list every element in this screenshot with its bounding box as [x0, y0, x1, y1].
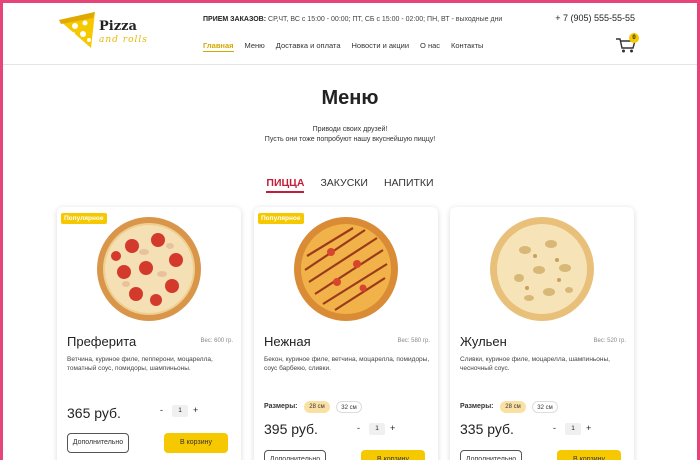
product-card: Популярное Преферита Вес: 600 гр. Ветчин…	[57, 207, 241, 460]
product-card: Популярное Нежная Вес: 580 гр. Бекон, ку…	[254, 207, 438, 460]
add-to-cart-button[interactable]: В корзину	[164, 433, 228, 453]
nav-delivery[interactable]: Доставка и оплата	[276, 41, 341, 52]
nav-about[interactable]: О нас	[420, 41, 440, 52]
pizza-logo-icon	[59, 12, 95, 48]
size-option-28[interactable]: 28 см	[304, 401, 330, 413]
category-tabs: ПИЦЦА ЗАКУСКИ НАПИТКИ	[3, 177, 697, 193]
subtitle-line-1: Приводи своих друзей!	[312, 126, 388, 133]
sizes-label: Размеры:	[264, 403, 298, 410]
order-hours: ПРИЕМ ЗАКАЗОВ: СР,ЧТ, ВС с 15:00 - 00:00…	[203, 16, 502, 23]
nav-home[interactable]: Главная	[203, 41, 234, 52]
product-weight: Вес: 580 гр.	[397, 338, 430, 344]
product-name: Преферита	[67, 334, 137, 349]
order-hours-label: ПРИЕМ ЗАКАЗОВ:	[203, 16, 267, 23]
pizza-image	[490, 217, 594, 321]
logo-subtext: and rolls	[99, 35, 148, 45]
nav-news[interactable]: Новости и акции	[352, 41, 410, 52]
more-button[interactable]: Дополнительно	[264, 450, 326, 460]
product-name: Нежная	[264, 334, 311, 349]
qty-minus-button[interactable]: -	[357, 423, 360, 433]
tab-snacks[interactable]: ЗАКУСКИ	[320, 177, 368, 193]
qty-plus-button[interactable]: +	[193, 405, 198, 415]
logo-text: Pizza	[99, 19, 137, 34]
product-weight: Вес: 600 гр.	[200, 338, 233, 344]
qty-value[interactable]: 1	[172, 405, 188, 417]
size-option-28[interactable]: 28 см	[500, 401, 526, 413]
qty-value[interactable]: 1	[369, 423, 385, 435]
product-name: Жульен	[460, 334, 507, 349]
qty-plus-button[interactable]: +	[586, 423, 591, 433]
main-nav: Главная Меню Доставка и оплата Новости и…	[203, 41, 494, 52]
product-weight: Вес: 520 гр.	[593, 338, 626, 344]
product-price: 335 руб.	[460, 421, 514, 437]
product-description: Сливки, куриное филе, моцарелла, шампинь…	[460, 356, 610, 372]
logo[interactable]: Pizza and rolls	[53, 6, 171, 58]
nav-contacts[interactable]: Контакты	[451, 41, 483, 52]
add-to-cart-button[interactable]: В корзину	[557, 450, 621, 460]
product-price: 395 руб.	[264, 421, 318, 437]
header: Pizza and rolls ПРИЕМ ЗАКАЗОВ: СР,ЧТ, ВС…	[3, 3, 697, 65]
pizza-image	[97, 217, 201, 321]
sizes-label: Размеры:	[460, 403, 494, 410]
product-card: Жульен Вес: 520 гр. Сливки, куриное филе…	[450, 207, 634, 460]
size-option-32[interactable]: 32 см	[336, 401, 362, 413]
page-subtitle: Приводи своих друзей! Пусть они тоже поп…	[3, 125, 697, 145]
more-button[interactable]: Дополнительно	[67, 433, 129, 453]
more-button[interactable]: Дополнительно	[460, 450, 522, 460]
size-option-32[interactable]: 32 см	[532, 401, 558, 413]
product-description: Ветчина, куриное филе, пепперони, моцаре…	[67, 356, 213, 372]
qty-value[interactable]: 1	[565, 423, 581, 435]
tab-drinks[interactable]: НАПИТКИ	[384, 177, 434, 193]
nav-menu[interactable]: Меню	[245, 41, 265, 52]
qty-minus-button[interactable]: -	[160, 405, 163, 415]
order-hours-text: СР,ЧТ, ВС с 15:00 - 00:00; ПТ, СБ с 15:0…	[266, 16, 503, 23]
qty-minus-button[interactable]: -	[553, 423, 556, 433]
cart-count-badge: 0	[629, 33, 639, 43]
subtitle-line-2: Пусть они тоже попробуют нашу вкуснейшую…	[264, 136, 436, 143]
product-description: Бекон, куриное филе, ветчина, моцарелла,…	[264, 356, 430, 372]
page-title: Меню	[321, 87, 379, 109]
page: Pizza and rolls ПРИЕМ ЗАКАЗОВ: СР,ЧТ, ВС…	[3, 3, 697, 460]
add-to-cart-button[interactable]: В корзину	[361, 450, 425, 460]
phone-number[interactable]: + 7 (905) 555-55-55	[555, 13, 635, 23]
qty-plus-button[interactable]: +	[390, 423, 395, 433]
product-price: 365 руб.	[67, 405, 121, 421]
pizza-image	[294, 217, 398, 321]
tab-pizza[interactable]: ПИЦЦА	[266, 177, 305, 193]
